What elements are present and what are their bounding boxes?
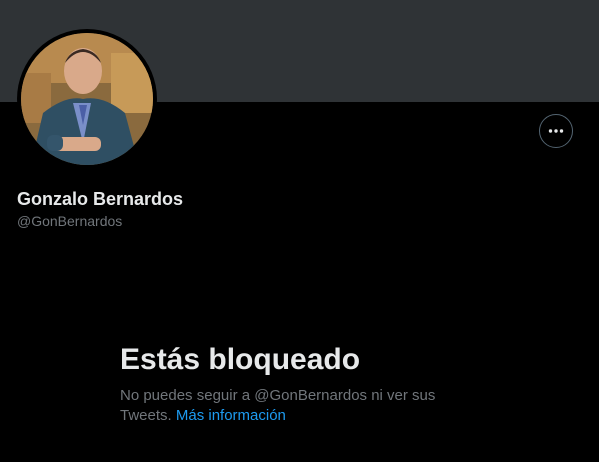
blocked-title: Estás bloqueado	[120, 343, 361, 376]
more-horizontal-icon	[548, 129, 564, 133]
avatar-photo	[21, 33, 153, 165]
blocked-message: No puedes seguir a @GonBernardos ni ver …	[120, 386, 460, 426]
more-options-button[interactable]	[539, 114, 573, 148]
profile-avatar[interactable]	[17, 29, 157, 169]
profile-handle: @GonBernardos	[17, 213, 123, 229]
profile-display-name: Gonzalo Bernardos	[17, 189, 184, 209]
more-info-link[interactable]: Más información	[176, 407, 286, 424]
blocked-notice: Estás bloqueado No puedes seguir a @GonB…	[120, 342, 460, 426]
